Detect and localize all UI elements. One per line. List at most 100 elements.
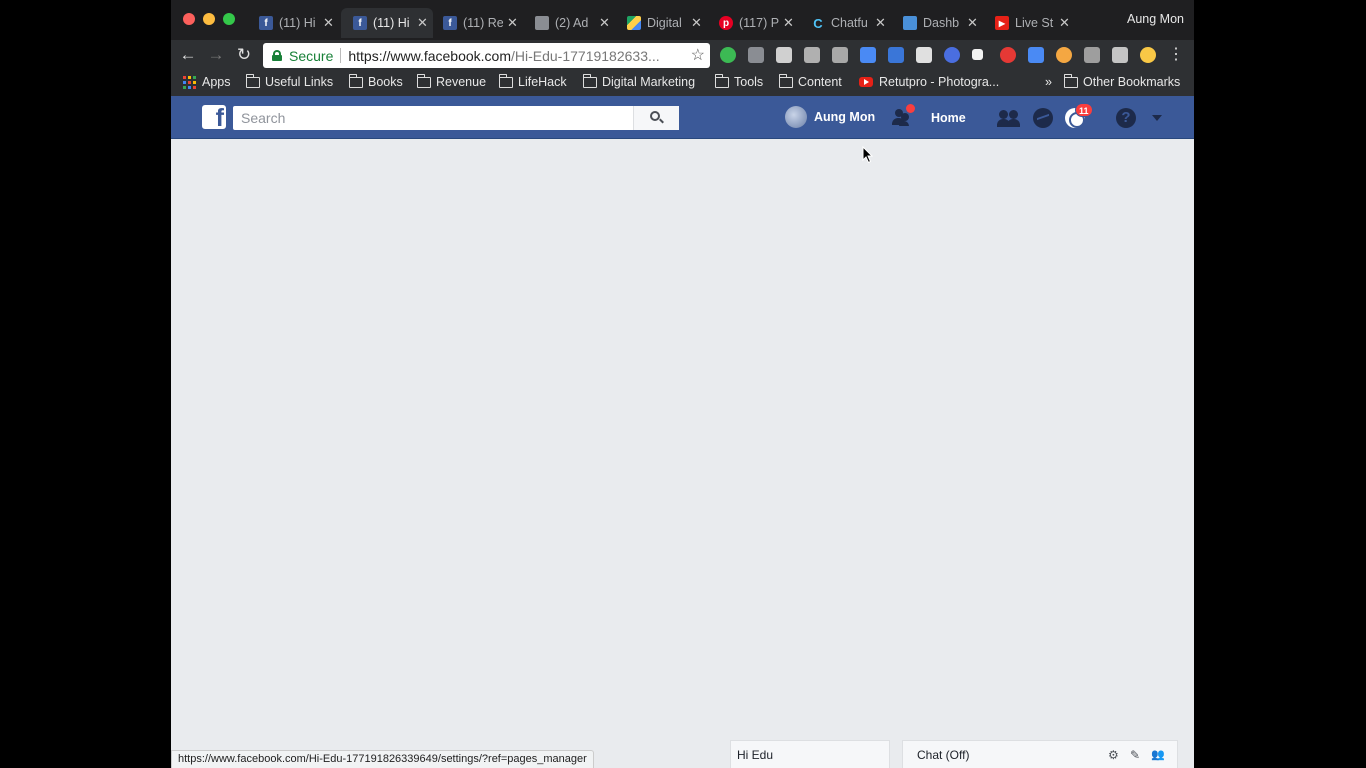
lock-icon xyxy=(272,50,282,61)
bookmark-folder[interactable]: Content xyxy=(778,73,842,89)
tab-title: (11) Hi xyxy=(373,16,410,30)
facebook-icon: f xyxy=(443,16,457,30)
browser-profile-name[interactable]: Aung Mon xyxy=(1127,12,1184,26)
page-chat-tab[interactable]: Hi Edu xyxy=(730,740,890,768)
extension-inbox-icon[interactable] xyxy=(748,47,764,63)
close-tab-icon[interactable]: ✕ xyxy=(323,15,334,31)
bookmark-folder[interactable]: LifeHack xyxy=(498,73,567,89)
chat-label: Chat (Off) xyxy=(917,748,970,762)
bookmark-label: Retutpro - Photogra... xyxy=(879,75,1000,89)
extension-orange-icon[interactable] xyxy=(1056,47,1072,63)
browser-window: f (11) Hi ✕ f (11) Hi ✕ f (11) Re ✕ (2) … xyxy=(171,0,1194,768)
close-tab-icon[interactable]: ✕ xyxy=(783,15,794,31)
bookmark-folder[interactable]: Tools xyxy=(714,73,764,89)
chat-sidebar-tab[interactable]: Chat (Off) ⚙ ✎ 👥 xyxy=(902,740,1178,768)
person-head xyxy=(901,113,909,121)
close-tab-icon[interactable]: ✕ xyxy=(1059,15,1070,31)
tab-title: Live St xyxy=(1015,16,1054,30)
close-tab-icon[interactable]: ✕ xyxy=(967,15,978,31)
bookmark-label: Tools xyxy=(734,75,764,89)
browser-tab[interactable]: f (11) Hi ✕ xyxy=(247,8,334,38)
chat-settings-gear-icon[interactable]: ⚙ xyxy=(1108,748,1119,762)
extension-green-icon[interactable] xyxy=(720,47,736,63)
user-name: Aung Mon xyxy=(814,110,876,124)
person-head xyxy=(1009,110,1018,119)
bookmark-folder[interactable]: Useful Links xyxy=(245,73,333,89)
browser-tab[interactable]: Dashb ✕ xyxy=(891,8,978,38)
google-drive-icon xyxy=(627,16,641,30)
extension-translate-icon[interactable] xyxy=(860,47,876,63)
tab-title: (11) Hi xyxy=(279,16,316,30)
chatfuel-icon: C xyxy=(813,15,823,31)
close-tab-icon[interactable]: ✕ xyxy=(599,15,610,31)
browser-menu-icon[interactable]: ⋮ xyxy=(1165,44,1187,66)
home-link[interactable]: Home xyxy=(931,111,966,125)
find-friends-icon[interactable] xyxy=(892,104,915,127)
extension-blue-icon[interactable] xyxy=(888,47,904,63)
browser-tab[interactable]: C Chatfu ✕ xyxy=(799,8,886,38)
extension-download-icon[interactable] xyxy=(1028,47,1044,63)
back-arrow-icon[interactable]: ← xyxy=(177,44,199,66)
bookmark-folder-other[interactable]: Other Bookmarks xyxy=(1063,73,1180,89)
page-content-area xyxy=(171,140,1194,768)
friend-requests-icon[interactable] xyxy=(997,108,1021,128)
search-button[interactable] xyxy=(633,106,679,130)
extension-facebook-icon[interactable] xyxy=(1112,47,1128,63)
close-tab-icon[interactable]: ✕ xyxy=(875,15,886,31)
overflow-chevron-icon: » xyxy=(1045,75,1052,89)
extension-power-icon[interactable] xyxy=(1000,47,1016,63)
youtube-icon xyxy=(859,77,873,87)
bookmark-link[interactable]: Retutpro - Photogra... xyxy=(859,75,999,89)
extension-folder-icon[interactable] xyxy=(916,47,932,63)
browser-tab[interactable]: ▶ Live St ✕ xyxy=(983,8,1070,38)
bookmark-apps[interactable]: Apps xyxy=(183,75,231,89)
browser-tab[interactable]: (2) Ad ✕ xyxy=(523,8,610,38)
bookmark-folder[interactable]: Revenue xyxy=(416,73,486,89)
bookmarks-overflow-button[interactable]: » xyxy=(1045,75,1052,89)
forward-arrow-icon[interactable]: → xyxy=(205,44,227,66)
extension-white-icon[interactable] xyxy=(972,49,983,60)
search-box xyxy=(233,106,679,130)
profile-link[interactable]: Aung Mon xyxy=(785,106,875,128)
help-icon[interactable]: ? xyxy=(1116,108,1136,128)
bookmark-label: Content xyxy=(798,75,842,89)
folder-icon xyxy=(498,73,513,88)
printer-icon xyxy=(535,16,549,30)
browser-tab[interactable]: f (11) Re ✕ xyxy=(431,8,518,38)
bookmark-folder[interactable]: Digital Marketing xyxy=(582,73,695,89)
facebook-logo[interactable]: f xyxy=(202,105,226,129)
facebook-icon: f xyxy=(259,16,273,30)
apps-grid-icon xyxy=(183,75,196,89)
close-tab-icon[interactable]: ✕ xyxy=(417,15,428,31)
extension-globe-icon[interactable] xyxy=(944,47,960,63)
create-group-icon[interactable]: 👥 xyxy=(1151,748,1165,761)
extension-gmail-icon[interactable] xyxy=(776,47,792,63)
bookmark-label: Books xyxy=(368,75,403,89)
facebook-logo-letter: f xyxy=(215,105,224,129)
bookmark-label: Apps xyxy=(202,75,231,89)
bookmark-folder[interactable]: Books xyxy=(348,73,403,89)
browser-tab[interactable]: p (117) P ✕ xyxy=(707,8,794,38)
minimize-window-button[interactable] xyxy=(203,13,215,25)
notifications-badge: 11 xyxy=(1075,103,1093,117)
maximize-window-button[interactable] xyxy=(223,13,235,25)
browser-tab[interactable]: Digital ✕ xyxy=(615,8,702,38)
extension-yellow-icon[interactable] xyxy=(1140,47,1156,63)
pinterest-icon: p xyxy=(719,16,733,30)
close-tab-icon[interactable]: ✕ xyxy=(507,15,518,31)
close-window-button[interactable] xyxy=(183,13,195,25)
reload-icon[interactable]: ↻ xyxy=(233,44,255,66)
search-input[interactable] xyxy=(233,106,633,130)
extension-camera-icon[interactable] xyxy=(832,47,848,63)
close-tab-icon[interactable]: ✕ xyxy=(691,15,702,31)
address-bar[interactable]: Secure https://www.facebook.com /Hi-Edu-… xyxy=(263,43,710,68)
tab-strip: f (11) Hi ✕ f (11) Hi ✕ f (11) Re ✕ (2) … xyxy=(171,0,1194,40)
messenger-icon[interactable] xyxy=(1033,108,1053,128)
browser-tab-active[interactable]: f (11) Hi ✕ xyxy=(341,8,433,38)
extension-rss-icon[interactable] xyxy=(804,47,820,63)
extension-badge-icon[interactable] xyxy=(1084,47,1100,63)
new-message-icon[interactable]: ✎ xyxy=(1130,748,1140,762)
account-menu-caret-icon[interactable] xyxy=(1152,115,1162,121)
bookmark-star-icon[interactable]: ☆ xyxy=(691,45,705,65)
person-body xyxy=(1007,119,1020,127)
